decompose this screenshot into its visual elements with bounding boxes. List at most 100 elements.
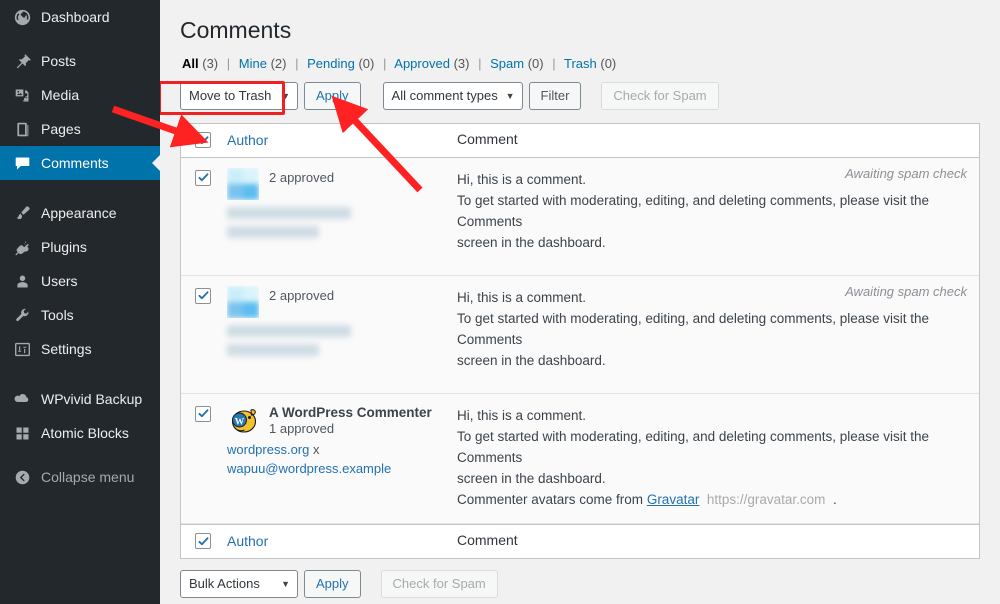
column-header-comment: Comment [457, 129, 979, 151]
table-toolbar-top: Move to Trash ▼ Apply All comment types … [180, 81, 980, 111]
bulk-actions-select-top[interactable]: Move to Trash ▼ [180, 81, 298, 110]
filter-link-spam[interactable]: Spam [490, 56, 524, 71]
select-all-cell-bottom[interactable] [181, 533, 227, 550]
comment-bubble-icon [12, 153, 32, 173]
comment-type-select[interactable]: All comment types ▼ [382, 81, 523, 110]
status-badge: Awaiting spam check [845, 165, 967, 181]
sidebar-item-media[interactable]: Media [0, 78, 160, 112]
table-row: 2 approved Awaiting spam check Hi, this … [181, 275, 979, 394]
comment-text-line: To get started with moderating, editing,… [457, 310, 930, 347]
column-footer-comment: Comment [457, 530, 979, 552]
select-all-checkbox-bottom[interactable] [195, 533, 211, 550]
gravatar-sentence-suffix: . [832, 491, 837, 507]
filter-separator: | [552, 55, 556, 71]
sidebar-item-collapse-menu[interactable]: Collapse menu [0, 460, 160, 494]
sidebar-item-dashboard[interactable]: Dashboard [0, 0, 160, 34]
row-select-cell[interactable] [181, 276, 227, 304]
filter-link-pending[interactable]: Pending [307, 56, 355, 71]
bulk-actions-select-bottom[interactable]: Bulk Actions ▼ [180, 569, 298, 598]
wrench-icon [12, 305, 32, 325]
collapse-arrow-icon [12, 467, 32, 487]
sidebar-item-label: Dashboard [41, 9, 110, 25]
gravatar-url-text: https://gravatar.com [706, 491, 826, 507]
filter-count-approved: (3) [453, 55, 470, 71]
column-footer-author-label[interactable]: Author [227, 533, 268, 549]
avatar: W [227, 404, 259, 436]
comment-text-line: screen in the dashboard. [457, 470, 606, 486]
sidebar-item-tools[interactable]: Tools [0, 298, 160, 332]
author-name: A WordPress Commenter [269, 404, 432, 420]
redacted-author-site [227, 206, 351, 219]
chevron-down-icon: ▼ [281, 90, 290, 101]
media-icon [12, 85, 32, 105]
column-header-author[interactable]: Author [227, 132, 457, 148]
row-checkbox[interactable] [195, 169, 211, 186]
sidebar-item-settings[interactable]: Settings [0, 332, 160, 366]
approved-count: 2 approved [269, 287, 335, 303]
sidebar-item-label: Settings [41, 341, 92, 357]
user-icon [12, 271, 32, 291]
sidebar-item-label: Atomic Blocks [41, 425, 129, 441]
filter-count-pending: (0) [358, 55, 375, 71]
column-header-author-label[interactable]: Author [227, 132, 268, 148]
filter-count-trash: (0) [600, 55, 617, 71]
blocks-icon [12, 423, 32, 443]
comment-text-line: screen in the dashboard. [457, 234, 606, 250]
comment-text-line: To get started with moderating, editing,… [457, 192, 930, 229]
sidebar-item-label: Comments [41, 155, 109, 171]
column-footer-author[interactable]: Author [227, 533, 457, 549]
filter-link-approved[interactable]: Approved [394, 56, 450, 71]
sliders-icon [12, 339, 32, 359]
sidebar-item-pages[interactable]: Pages [0, 112, 160, 146]
sidebar-item-label: Posts [41, 53, 77, 69]
comment-cell: Awaiting spam check Hi, this is a commen… [457, 276, 979, 384]
filter-count-mine: (2) [270, 55, 287, 71]
filter-link-mine[interactable]: Mine [239, 56, 267, 71]
filter-link-all[interactable]: All [182, 56, 199, 71]
remove-site-link[interactable]: x [313, 442, 320, 457]
column-footer-comment-label: Comment [457, 532, 518, 549]
author-cell: 2 approved [227, 158, 457, 248]
dashboard-icon [12, 7, 32, 27]
sidebar-item-plugins[interactable]: Plugins [0, 230, 160, 264]
table-toolbar-bottom: Bulk Actions ▼ Apply Check for Spam [180, 569, 980, 599]
sidebar-item-label: Pages [41, 121, 81, 137]
sidebar-item-posts[interactable]: Posts [0, 44, 160, 78]
row-select-cell[interactable] [181, 394, 227, 422]
sidebar-item-label: WPvivid Backup [41, 391, 143, 407]
sidebar-item-appearance[interactable]: Appearance [0, 196, 160, 230]
author-cell: 2 approved [227, 276, 457, 366]
gravatar-link[interactable]: Gravatar [647, 492, 700, 507]
bulk-actions-value: Bulk Actions [189, 576, 260, 592]
apply-button-bottom[interactable]: Apply [304, 569, 361, 598]
author-email-link[interactable]: wapuu@wordpress.example [227, 461, 391, 476]
sidebar-item-users[interactable]: Users [0, 264, 160, 298]
sidebar-item-atomic-blocks[interactable]: Atomic Blocks [0, 416, 160, 450]
row-checkbox[interactable] [195, 287, 211, 304]
comment-cell: Hi, this is a comment. To get started wi… [457, 394, 979, 523]
sidebar-item-wpvivid-backup[interactable]: WPvivid Backup [0, 382, 160, 416]
gravatar-sentence-prefix: Commenter avatars come from [457, 491, 647, 507]
sidebar-item-label: Appearance [41, 205, 117, 221]
bulk-actions-value: Move to Trash [189, 88, 272, 104]
select-all-checkbox-top[interactable] [195, 132, 211, 149]
author-site-link[interactable]: wordpress.org [227, 442, 309, 457]
sidebar-item-label: Plugins [41, 239, 87, 255]
admin-sidebar: Dashboard Posts Media Pages Comments App… [0, 0, 160, 604]
table-header-row: Author Comment [181, 123, 979, 158]
filter-count-spam: (0) [527, 55, 544, 71]
comment-text-line: To get started with moderating, editing,… [457, 428, 930, 465]
pages-icon [12, 119, 32, 139]
apply-button-top[interactable]: Apply [304, 81, 361, 110]
chevron-down-icon: ▼ [281, 578, 290, 589]
row-checkbox[interactable] [195, 405, 211, 422]
filter-link-trash[interactable]: Trash [564, 56, 597, 71]
select-all-cell-top[interactable] [181, 132, 227, 149]
filter-button[interactable]: Filter [528, 81, 582, 110]
sidebar-item-comments[interactable]: Comments [0, 146, 160, 180]
table-row: W A WordPress Commenter 1 approved wordp… [181, 393, 979, 524]
row-select-cell[interactable] [181, 158, 227, 186]
filter-count-all: (3) [202, 55, 219, 71]
